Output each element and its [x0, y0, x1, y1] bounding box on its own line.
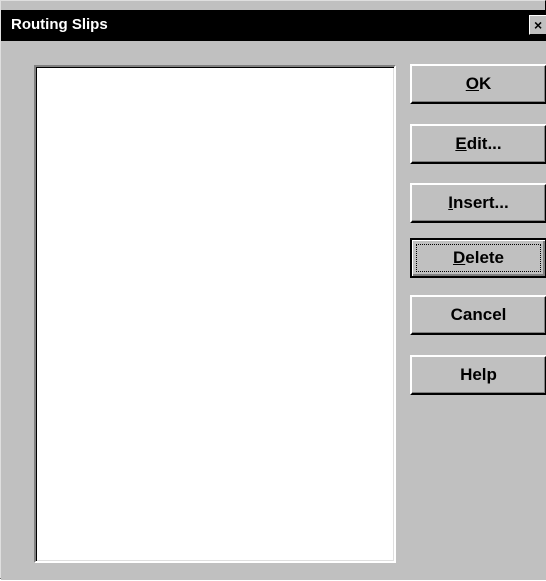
window-title: Routing Slips [11, 16, 108, 33]
edit-button[interactable]: Edit... [410, 124, 546, 164]
routing-slips-dialog: Routing Slips × OK Edit... Insert... Del… [0, 0, 546, 580]
insert-button-label: Insert... [448, 193, 509, 212]
cancel-button-label: Cancel [450, 305, 507, 324]
ok-button[interactable]: OK [410, 64, 546, 104]
help-button-label: Help [460, 365, 497, 384]
help-button[interactable]: Help [410, 355, 546, 395]
close-icon[interactable]: × [529, 15, 546, 35]
delete-button-label: Delete [452, 248, 505, 267]
edit-button-label: Edit... [455, 134, 502, 153]
routing-slips-list[interactable] [34, 65, 396, 563]
ok-button-label: OK [465, 74, 492, 93]
insert-button[interactable]: Insert... [410, 183, 546, 223]
dialog-client-area: OK Edit... Insert... Delete Cancel Help [1, 41, 546, 580]
title-bar[interactable]: Routing Slips × [1, 10, 546, 41]
cancel-button[interactable]: Cancel [410, 295, 546, 335]
delete-button[interactable]: Delete [410, 238, 546, 278]
